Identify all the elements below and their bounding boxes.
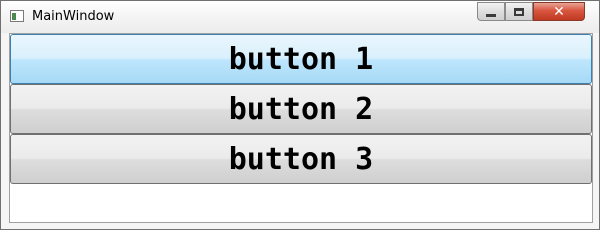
- close-icon: ✕: [553, 3, 565, 20]
- maximize-icon: [514, 7, 524, 16]
- button-3[interactable]: button 3: [10, 134, 592, 184]
- button-2[interactable]: button 2: [10, 84, 592, 134]
- minimize-icon: [486, 13, 496, 17]
- close-button[interactable]: ✕: [533, 2, 585, 21]
- window-title: MainWindow: [32, 9, 115, 24]
- client-area: button 1 button 2 button 3: [9, 33, 593, 223]
- button-1[interactable]: button 1: [10, 34, 592, 84]
- title-bar[interactable]: MainWindow ✕: [1, 1, 599, 33]
- minimize-button[interactable]: [477, 2, 505, 21]
- app-window-icon[interactable]: [10, 10, 24, 22]
- main-window: MainWindow ✕ button 1 button 2 button 3: [0, 0, 600, 230]
- maximize-button[interactable]: [505, 2, 533, 21]
